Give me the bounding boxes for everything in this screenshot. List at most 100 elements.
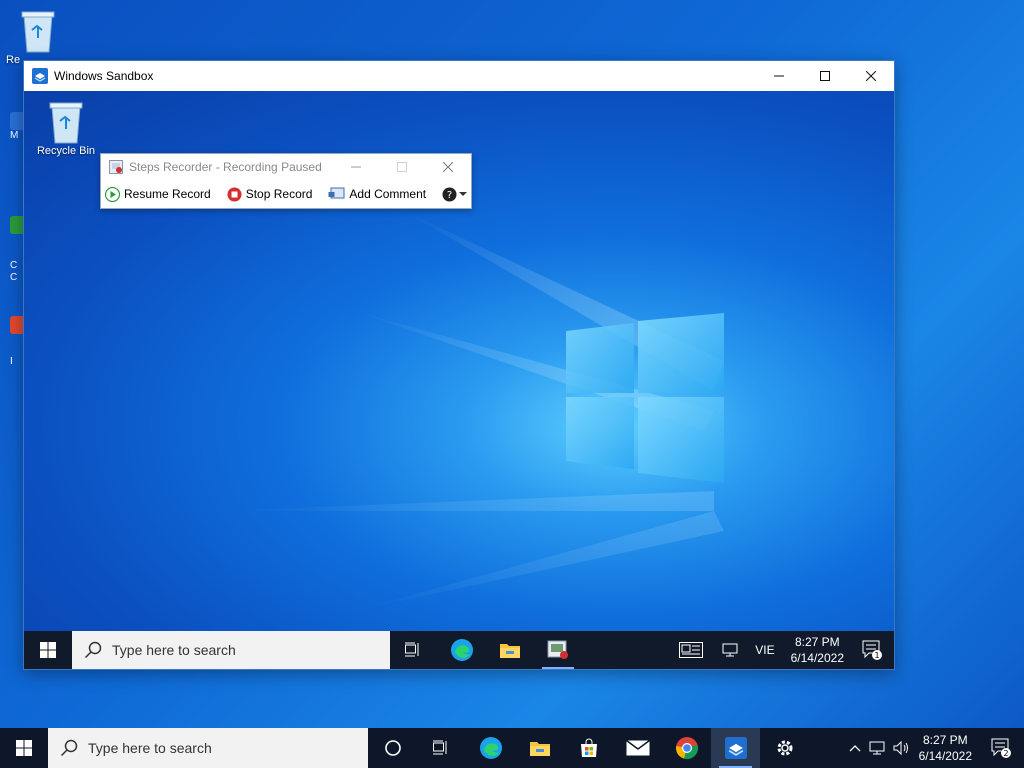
maximize-icon: [397, 162, 407, 172]
sandbox-desktop: Recycle Bin Steps Recorder - Recording P…: [24, 91, 894, 631]
task-view-button[interactable]: [390, 631, 438, 669]
sandbox-recycle-bin-label: Recycle Bin: [36, 145, 96, 157]
windows-start-icon: [40, 642, 56, 658]
sandbox-start-button[interactable]: [24, 631, 72, 669]
host-taskbar: Type here to search 8:27 PM 6/14/2022 2: [0, 728, 1024, 768]
mail-button[interactable]: [613, 728, 662, 768]
folder-icon: [500, 644, 520, 658]
host-time: 8:27 PM: [922, 733, 968, 747]
sandbox-system-tray: VIE 8:27 PM 6/14/2022 1: [667, 631, 894, 669]
resume-record-button[interactable]: Resume Record: [105, 186, 211, 202]
host-task-view-button[interactable]: [417, 728, 466, 768]
edge-icon: [479, 737, 502, 759]
host-recycle-bin[interactable]: Re: [6, 8, 70, 66]
close-button[interactable]: [848, 61, 894, 91]
chevron-down-icon: [459, 192, 468, 196]
host-search-placeholder: Type here to search: [88, 740, 212, 756]
gear-icon: [777, 740, 792, 756]
file-explorer-taskbar-button[interactable]: [486, 631, 534, 669]
windows-start-icon: [16, 740, 32, 756]
sandbox-time: 8:27 PM: [794, 635, 840, 649]
chevron-up-icon: [849, 745, 861, 752]
sandbox-notification-count: 1: [874, 651, 879, 660]
host-system-tray: 8:27 PM 6/14/2022 2: [845, 728, 1024, 768]
chrome-button[interactable]: [662, 728, 711, 768]
minimize-icon: [351, 166, 361, 168]
stop-record-label: Stop Record: [245, 187, 313, 201]
host-notifications-button[interactable]: 2: [978, 728, 1024, 768]
sandbox-window: Windows Sandbox Recycle Bin Steps Record…: [23, 60, 895, 670]
notification-icon: 1: [862, 640, 882, 660]
steps-recorder-title: Steps Recorder - Recording Paused: [129, 160, 322, 174]
help-dropdown[interactable]: ?: [442, 187, 468, 202]
sandbox-app-icon: [32, 68, 48, 84]
add-comment-label: Add Comment: [349, 187, 427, 201]
stop-icon: [227, 187, 242, 201]
host-file-explorer-button[interactable]: [515, 728, 564, 768]
close-icon: [443, 162, 453, 172]
edge-icon: [451, 639, 473, 661]
input-language[interactable]: VIE: [755, 643, 774, 657]
sandbox-recycle-bin[interactable]: Recycle Bin: [30, 99, 102, 157]
sandbox-date: 6/14/2022: [790, 651, 844, 665]
play-icon: [105, 186, 120, 202]
sandbox-title: Windows Sandbox: [54, 69, 154, 83]
notification-icon: 2: [991, 738, 1011, 758]
svg-text:?: ?: [447, 190, 452, 201]
recycle-bin-icon: [49, 102, 83, 144]
host-network-button[interactable]: [865, 728, 889, 768]
sandbox-notifications-button[interactable]: 1: [850, 631, 894, 669]
steps-recorder-titlebar[interactable]: Steps Recorder - Recording Paused: [101, 154, 471, 180]
steps-close-button[interactable]: [425, 154, 471, 180]
edge-taskbar-button[interactable]: [438, 631, 486, 669]
minimize-button[interactable]: [756, 61, 802, 91]
mail-icon: [625, 740, 650, 756]
stop-record-button[interactable]: Stop Record: [227, 187, 313, 202]
add-comment-button[interactable]: Add Comment: [328, 187, 426, 201]
task-view-icon: [432, 740, 446, 755]
steps-recorder-icon: [109, 160, 123, 174]
help-icon: ?: [442, 187, 457, 201]
host-edge-button[interactable]: [466, 728, 515, 768]
network-icon: [869, 741, 885, 755]
chrome-icon: [675, 737, 698, 759]
volume-icon: [893, 740, 908, 756]
folder-icon: [529, 742, 550, 756]
settings-button[interactable]: [760, 728, 809, 768]
maximize-button[interactable]: [802, 61, 848, 91]
steps-maximize-button: [379, 154, 425, 180]
network-button[interactable]: [715, 631, 745, 669]
volume-button[interactable]: [889, 728, 913, 768]
news-widget-button[interactable]: [667, 631, 715, 669]
show-hidden-icons-button[interactable]: [845, 728, 865, 768]
windows-logo-wallpaper: [566, 313, 724, 483]
sandbox-search-box[interactable]: Type here to search: [72, 631, 390, 669]
steps-recorder-taskbar-button[interactable]: [534, 631, 582, 669]
store-icon: [580, 738, 597, 757]
cortana-button[interactable]: [368, 728, 417, 768]
minimize-icon: [774, 75, 784, 77]
store-button[interactable]: [564, 728, 613, 768]
host-start-button[interactable]: [0, 728, 48, 768]
recycle-bin-icon: [21, 11, 55, 53]
close-icon: [866, 71, 876, 81]
steps-recorder-window: Steps Recorder - Recording Paused Resume…: [100, 153, 472, 209]
host-notification-count: 2: [1003, 749, 1008, 758]
host-clock[interactable]: 8:27 PM 6/14/2022: [919, 732, 972, 764]
sandbox-titlebar[interactable]: Windows Sandbox: [24, 61, 894, 91]
steps-recorder-toolbar: Resume Record Stop Record Add Comment ?: [101, 180, 471, 208]
steps-minimize-button[interactable]: [333, 154, 379, 180]
news-icon: [679, 642, 704, 658]
sandbox-search-placeholder: Type here to search: [112, 642, 236, 658]
comment-icon: [328, 187, 345, 199]
cortana-icon: [384, 740, 401, 756]
sandbox-clock[interactable]: 8:27 PM 6/14/2022: [791, 634, 844, 666]
host-sandbox-button[interactable]: [711, 728, 760, 768]
network-icon: [722, 643, 738, 657]
task-view-icon: [405, 642, 419, 657]
maximize-icon: [820, 71, 830, 81]
steps-recorder-icon: [547, 640, 568, 659]
search-icon: [84, 641, 102, 659]
host-search-box[interactable]: Type here to search: [48, 728, 368, 768]
sandbox-taskbar: Type here to search VIE 8:27 PM 6/14/202…: [24, 631, 894, 669]
